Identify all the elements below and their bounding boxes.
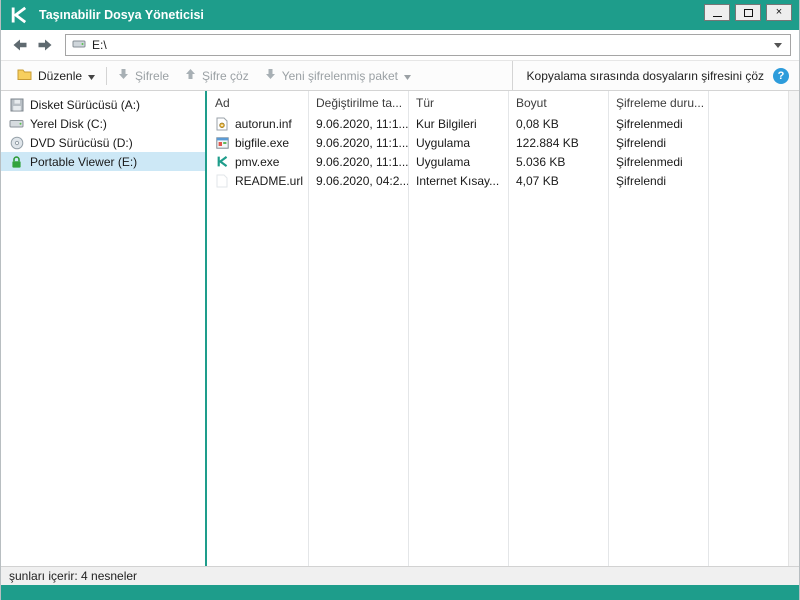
file-row-autorun-inf[interactable]: autorun.inf 9.06.2020, 11:1... Kur Bilgi… <box>207 114 788 133</box>
minimize-icon <box>712 15 722 17</box>
window-bottom-accent <box>1 585 799 600</box>
help-icon[interactable]: ? <box>773 67 789 84</box>
toolbar-separator <box>106 66 108 85</box>
address-bar[interactable]: E:\ <box>65 34 791 56</box>
floppy-drive-icon <box>9 98 24 112</box>
file-encryption-status: Şifrelendi <box>616 173 667 188</box>
close-button[interactable]: × <box>766 4 792 21</box>
file-type: Kur Bilgileri <box>416 116 477 131</box>
file-row-bigfile-exe[interactable]: bigfile.exe 9.06.2020, 11:1... Uygulama … <box>207 133 788 152</box>
file-name: pmv.exe <box>235 154 280 169</box>
dvd-drive-icon <box>9 136 24 150</box>
file-size: 0,08 KB <box>516 116 559 131</box>
arrow-up-icon <box>185 68 196 83</box>
sidebar-item-drive-c[interactable]: Yerel Disk (C:) <box>1 114 205 133</box>
decrypt-label: Şifre çöz <box>202 68 249 83</box>
file-row-pmv-exe[interactable]: pmv.exe 9.06.2020, 11:1... Uygulama 5.03… <box>207 152 788 171</box>
status-text: şunları içerir: 4 nesneler <box>9 569 138 583</box>
encrypt-button[interactable]: Şifrele <box>110 61 177 90</box>
navigation-bar: E:\ <box>1 30 799 60</box>
sidebar-item-drive-d[interactable]: DVD Sürücüsü (D:) <box>1 133 205 152</box>
arrow-right-icon <box>38 39 52 51</box>
file-modified: 9.06.2020, 11:1... <box>316 154 408 169</box>
edit-menu-label: Düzenle <box>38 68 83 83</box>
drive-icon <box>72 38 86 53</box>
window-title: Taşınabilir Dosya Yöneticisi <box>39 8 204 22</box>
new-encrypted-package-label: Yeni şifrelenmiş paket <box>281 68 399 83</box>
file-row-readme-url[interactable]: README.url 9.06.2020, 04:2... Internet K… <box>207 171 788 190</box>
file-type: Uygulama <box>416 154 471 169</box>
arrow-down-icon <box>118 68 129 83</box>
file-name: README.url <box>235 173 304 188</box>
column-header-modified[interactable]: Değiştirilme ta... <box>308 96 408 110</box>
column-header-size[interactable]: Boyut <box>508 96 608 110</box>
file-modified: 9.06.2020, 11:1... <box>316 135 408 150</box>
application-file-icon <box>215 136 229 149</box>
file-type: Uygulama <box>416 135 471 150</box>
folder-icon <box>17 68 32 83</box>
title-bar: Taşınabilir Dosya Yöneticisi × <box>1 0 799 30</box>
file-list-pane: Ad Değiştirilme ta... Tür Boyut Şifrelem… <box>207 91 799 566</box>
file-size: 4,07 KB <box>516 173 559 188</box>
decrypt-button[interactable]: Şifre çöz <box>177 61 257 90</box>
sidebar-item-label: Disket Sürücüsü (A:) <box>30 97 141 112</box>
arrow-left-icon <box>13 39 27 51</box>
address-text: E:\ <box>92 38 107 52</box>
sidebar-item-label: DVD Sürücüsü (D:) <box>30 135 133 150</box>
back-button[interactable] <box>9 34 31 56</box>
file-type: Internet Kısay... <box>416 173 500 188</box>
file-size: 122.884 KB <box>516 135 579 150</box>
sidebar-item-drive-a[interactable]: Disket Sürücüsü (A:) <box>1 95 205 114</box>
vertical-scrollbar[interactable] <box>788 91 799 566</box>
column-headers: Ad Değiştirilme ta... Tür Boyut Şifrelem… <box>207 91 788 114</box>
forward-button[interactable] <box>34 34 56 56</box>
file-modified: 9.06.2020, 04:2... <box>316 173 408 188</box>
maximize-button[interactable] <box>735 4 761 21</box>
column-header-encryption-status[interactable]: Şifreleme duru... <box>608 96 708 110</box>
main-area: Disket Sürücüsü (A:) Yerel Disk (C:) DVD… <box>1 91 799 566</box>
file-encryption-status: Şifrelendi <box>616 135 667 150</box>
drives-tree: Disket Sürücüsü (A:) Yerel Disk (C:) DVD… <box>1 91 205 566</box>
encrypted-drive-lock-icon <box>9 155 24 169</box>
setup-information-file-icon <box>215 117 229 131</box>
address-dropdown-icon[interactable] <box>772 42 784 48</box>
sidebar-item-drive-e[interactable]: Portable Viewer (E:) <box>1 152 205 171</box>
maximize-icon <box>743 8 753 17</box>
kaspersky-app-icon <box>215 155 229 168</box>
file-encryption-status: Şifrelenmedi <box>616 154 683 169</box>
encrypt-label: Şifrele <box>135 68 170 83</box>
chevron-down-icon <box>88 69 96 83</box>
status-bar: şunları içerir: 4 nesneler <box>1 566 799 585</box>
toolbar: Düzenle Şifrele Şifre çöz Yeni şifrelenm… <box>1 60 799 91</box>
file-modified: 9.06.2020, 11:1... <box>316 116 408 131</box>
file-list: Ad Değiştirilme ta... Tür Boyut Şifrelem… <box>207 91 788 566</box>
column-header-name[interactable]: Ad <box>207 96 308 110</box>
file-size: 5.036 KB <box>516 154 566 169</box>
file-encryption-status: Şifrelenmedi <box>616 116 683 131</box>
chevron-down-icon <box>404 69 412 83</box>
window-controls: × <box>704 4 792 21</box>
decrypt-on-copy-section: Kopyalama sırasında dosyaların şifresini… <box>511 61 795 90</box>
arrow-down-icon <box>265 68 276 83</box>
file-name: autorun.inf <box>235 116 292 131</box>
file-name: bigfile.exe <box>235 135 290 150</box>
portable-file-manager-window: Taşınabilir Dosya Yöneticisi × E:\ Düzen… <box>0 0 800 600</box>
hard-drive-icon <box>9 117 24 130</box>
edit-menu-button[interactable]: Düzenle <box>9 61 103 90</box>
kaspersky-logo-icon <box>8 4 30 26</box>
sidebar-item-label: Portable Viewer (E:) <box>30 154 138 169</box>
url-file-icon <box>215 174 229 188</box>
new-encrypted-package-button[interactable]: Yeni şifrelenmiş paket <box>257 61 419 90</box>
minimize-button[interactable] <box>704 4 730 21</box>
column-header-type[interactable]: Tür <box>408 96 508 110</box>
sidebar-item-label: Yerel Disk (C:) <box>30 116 107 131</box>
decrypt-on-copy-label: Kopyalama sırasında dosyaların şifresini… <box>526 68 764 83</box>
